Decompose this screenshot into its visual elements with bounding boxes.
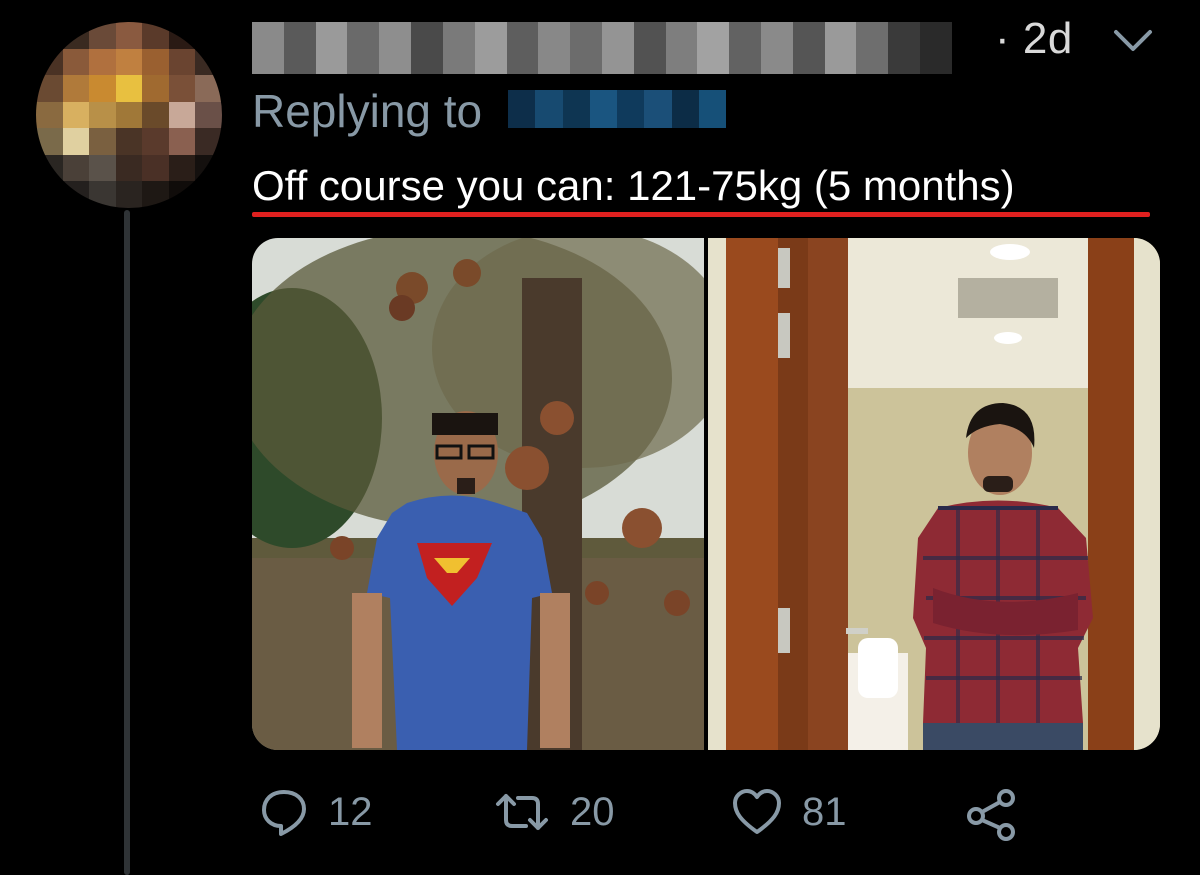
- share-button[interactable]: [964, 786, 1020, 842]
- like-button[interactable]: 81: [730, 786, 847, 838]
- tweet-actions: 12 20 81: [252, 786, 1160, 850]
- retweet-button[interactable]: 20: [492, 786, 615, 838]
- heart-icon: [733, 789, 781, 834]
- reply-button[interactable]: 12: [258, 786, 373, 838]
- after-photo-image: [708, 238, 1160, 750]
- speech-bubble-icon: [262, 790, 306, 836]
- retweet-icon: [496, 794, 548, 830]
- timestamp[interactable]: · 2d: [995, 14, 1073, 64]
- retweet-count: 20: [570, 789, 615, 834]
- before-photo-image: [252, 238, 704, 750]
- censored-reply-handle[interactable]: [508, 90, 726, 128]
- chevron-down-icon[interactable]: [1110, 26, 1156, 56]
- share-icon: [967, 789, 1015, 841]
- red-highlight-underline: [252, 212, 1150, 217]
- avatar[interactable]: [36, 22, 222, 208]
- replying-to-label: Replying to: [252, 85, 483, 137]
- tweet-media[interactable]: [252, 238, 1160, 750]
- reply-count: 12: [328, 789, 373, 834]
- tweet-text: Off course you can: 121-75kg (5 months): [252, 162, 1015, 209]
- before-photo[interactable]: [252, 238, 704, 750]
- tweet-card[interactable]: · 2d Replying to Off course you can: 121…: [0, 0, 1200, 875]
- censored-display-name[interactable]: [252, 22, 952, 74]
- after-photo[interactable]: [708, 238, 1160, 750]
- thread-line: [124, 210, 130, 875]
- like-count: 81: [802, 789, 847, 834]
